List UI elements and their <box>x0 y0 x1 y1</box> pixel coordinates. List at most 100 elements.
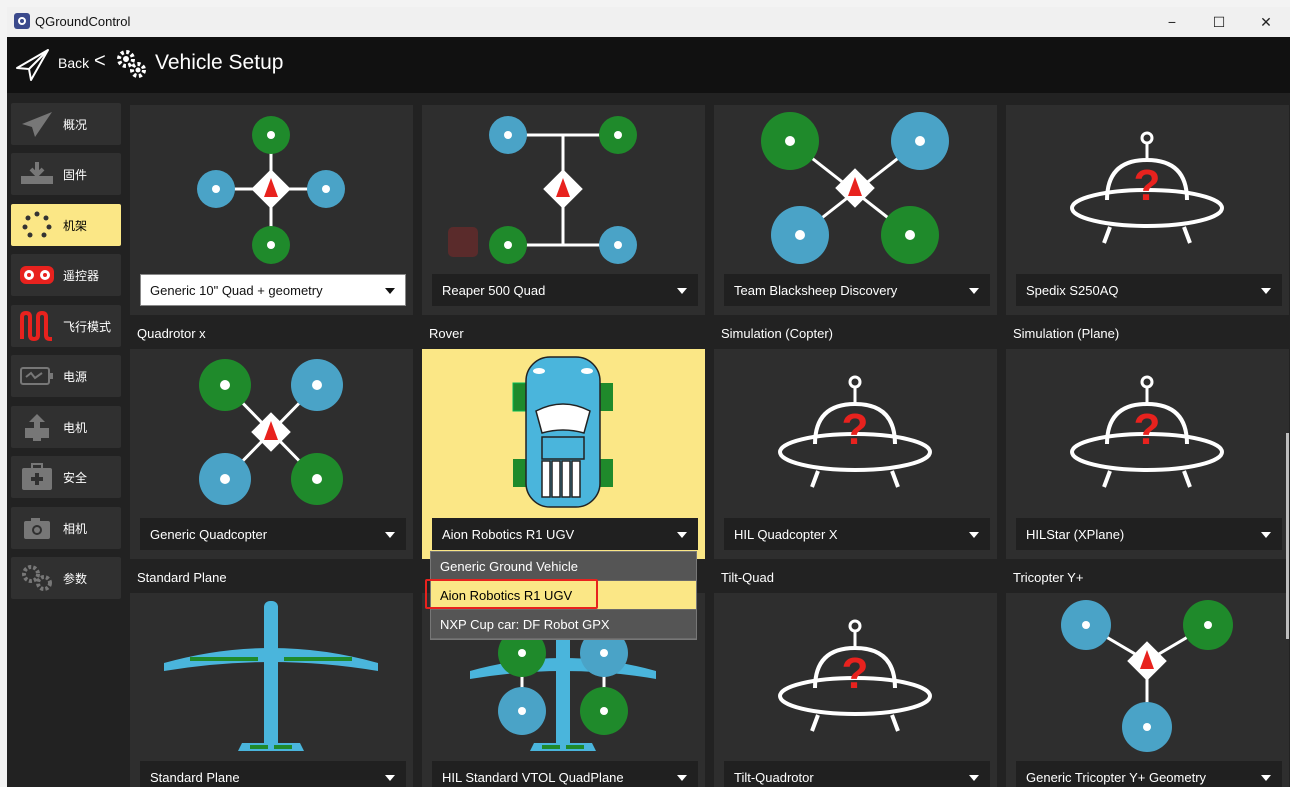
paper-plane-icon[interactable] <box>15 48 51 82</box>
sidebar-item-label: 电源 <box>63 370 88 384</box>
firmware-download-icon <box>21 162 53 184</box>
first-aid-icon <box>22 463 52 490</box>
dropdown-option[interactable]: Generic Ground Vehicle <box>431 552 696 581</box>
airframe-grid: Generic 10" Quad + geometry Reaper 500 Q… <box>128 93 1290 787</box>
motor-icon <box>25 414 49 441</box>
highlight-box <box>425 579 598 609</box>
airframe-card[interactable]: Team Blacksheep Discovery <box>714 105 997 315</box>
sidebar-item-flight-modes[interactable]: 飞行模式 <box>11 305 121 347</box>
ufo-unknown-icon: ? <box>778 619 932 732</box>
airframe-card[interactable]: Generic Tricopter Y+ Geometry <box>1006 593 1289 787</box>
ufo-unknown-icon: ? <box>1070 131 1224 244</box>
ufo-unknown-icon: ? <box>1070 375 1224 488</box>
airframe-card[interactable]: Standard Plane <box>130 593 413 787</box>
chevron-down-icon <box>385 775 395 781</box>
sidebar-item-airframe[interactable]: 机架 <box>11 204 121 246</box>
airframe-icon <box>22 211 52 238</box>
quad-plus-diagram <box>197 116 345 264</box>
gears-icon <box>22 565 52 591</box>
group-title: Simulation (Plane) <box>1013 326 1120 341</box>
chevron-down-icon <box>1261 775 1271 781</box>
sidebar-item-parameters[interactable]: 参数 <box>11 557 121 599</box>
camera-icon <box>24 518 50 539</box>
quad-x-diagram <box>761 112 949 264</box>
airframe-select[interactable]: Generic 10" Quad + geometry <box>140 274 406 306</box>
svg-text:?: ? <box>842 405 869 454</box>
sidebar-item-label: 安全 <box>63 471 88 485</box>
sidebar-item-motors[interactable]: 电机 <box>11 406 121 448</box>
h-quad-diagram <box>448 116 637 264</box>
sidebar-item-label: 参数 <box>63 572 88 586</box>
close-button[interactable]: ✕ <box>1243 7 1289 37</box>
window-title: QGroundControl <box>35 14 131 29</box>
sidebar-item-power[interactable]: 电源 <box>11 355 121 397</box>
flight-modes-icon <box>20 311 52 341</box>
svg-text:?: ? <box>842 649 869 698</box>
sidebar-item-safety[interactable]: 安全 <box>11 456 121 498</box>
group-title: Tilt-Quad <box>721 570 774 585</box>
tricopter-y-diagram <box>1061 600 1233 752</box>
chevron-down-icon <box>969 775 979 781</box>
airframe-select[interactable]: Generic Quadcopter <box>140 518 406 550</box>
page-title: Vehicle Setup <box>155 51 284 74</box>
ufo-unknown-icon: ? <box>778 375 932 488</box>
airframe-select[interactable]: HIL Quadcopter X <box>724 518 990 550</box>
sidebar-item-firmware[interactable]: 固件 <box>11 153 121 195</box>
app-window: QGroundControl − ☐ ✕ Back < Vehicle Setu… <box>7 7 1290 787</box>
radio-controller-icon <box>20 266 54 284</box>
main-toolbar: Back < Vehicle Setup <box>7 37 1290 93</box>
sidebar-item-label: 固件 <box>63 168 88 182</box>
airframe-select[interactable]: Generic Tricopter Y+ Geometry <box>1016 761 1282 787</box>
airframe-card[interactable]: ? Spedix S250AQ <box>1006 105 1289 315</box>
quad-x-diagram <box>199 359 343 505</box>
chevron-down-icon <box>385 288 395 294</box>
chevron-down-icon <box>677 532 687 538</box>
title-bar: QGroundControl − ☐ ✕ <box>7 7 1290 37</box>
group-title: Simulation (Copter) <box>721 326 833 341</box>
airframe-card[interactable]: Generic 10" Quad + geometry <box>130 105 413 315</box>
airframe-select[interactable]: Reaper 500 Quad <box>432 274 698 306</box>
airframe-select[interactable]: HIL Standard VTOL QuadPlane <box>432 761 698 787</box>
sidebar-item-label: 遥控器 <box>63 269 100 283</box>
battery-icon <box>20 367 53 385</box>
dropdown-option[interactable]: NXP Cup car: DF Robot GPX <box>431 610 696 639</box>
chevron-down-icon <box>677 775 687 781</box>
rover-car-diagram <box>512 356 613 508</box>
minimize-button[interactable]: − <box>1149 7 1195 37</box>
airframe-select[interactable]: Team Blacksheep Discovery <box>724 274 990 306</box>
airframe-select[interactable]: Spedix S250AQ <box>1016 274 1282 306</box>
sidebar-item-camera[interactable]: 相机 <box>11 507 121 549</box>
airframe-card[interactable]: ? Tilt-Quadrotor <box>714 593 997 787</box>
airframe-card[interactable]: Generic Quadcopter <box>130 349 413 559</box>
sidebar-item-label: 机架 <box>63 219 88 233</box>
app-logo-icon <box>14 13 30 29</box>
sidebar-item-label: 电机 <box>63 421 88 435</box>
airframe-select[interactable]: Standard Plane <box>140 761 406 787</box>
sidebar-item-summary[interactable]: 概况 <box>11 103 121 145</box>
maximize-button[interactable]: ☐ <box>1196 7 1242 37</box>
sidebar-item-label: 相机 <box>63 522 88 536</box>
airframe-select[interactable]: HILStar (XPlane) <box>1016 518 1282 550</box>
breadcrumb-separator: < <box>94 50 106 72</box>
sidebar-item-radio[interactable]: 遥控器 <box>11 254 121 296</box>
group-title: Rover <box>429 326 464 341</box>
airframe-card-selected[interactable]: Aion Robotics R1 UGV <box>422 349 705 559</box>
airframe-card[interactable]: Reaper 500 Quad <box>422 105 705 315</box>
back-button[interactable]: Back <box>58 55 89 71</box>
group-title: Tricopter Y+ <box>1013 570 1084 585</box>
setup-sidebar: 概况 固件 机架 遥控器 飞行模式 电源 电机 安全 相机 参数 <box>7 93 128 787</box>
group-title: Standard Plane <box>137 570 227 585</box>
airframe-card[interactable]: ? HIL Quadcopter X <box>714 349 997 559</box>
airframe-select[interactable]: Tilt-Quadrotor <box>724 761 990 787</box>
standard-plane-diagram <box>164 601 378 751</box>
airframe-card[interactable]: ? HILStar (XPlane) <box>1006 349 1289 559</box>
airframe-select-open[interactable]: Aion Robotics R1 UGV <box>432 518 698 550</box>
sidebar-item-label: 飞行模式 <box>63 320 112 334</box>
vertical-scrollbar[interactable] <box>1286 433 1289 639</box>
chevron-down-icon <box>969 532 979 538</box>
sidebar-item-label: 概况 <box>63 118 88 132</box>
paper-plane-icon <box>22 112 52 137</box>
chevron-down-icon <box>385 532 395 538</box>
gears-icon <box>117 50 146 78</box>
svg-text:?: ? <box>1134 161 1161 210</box>
